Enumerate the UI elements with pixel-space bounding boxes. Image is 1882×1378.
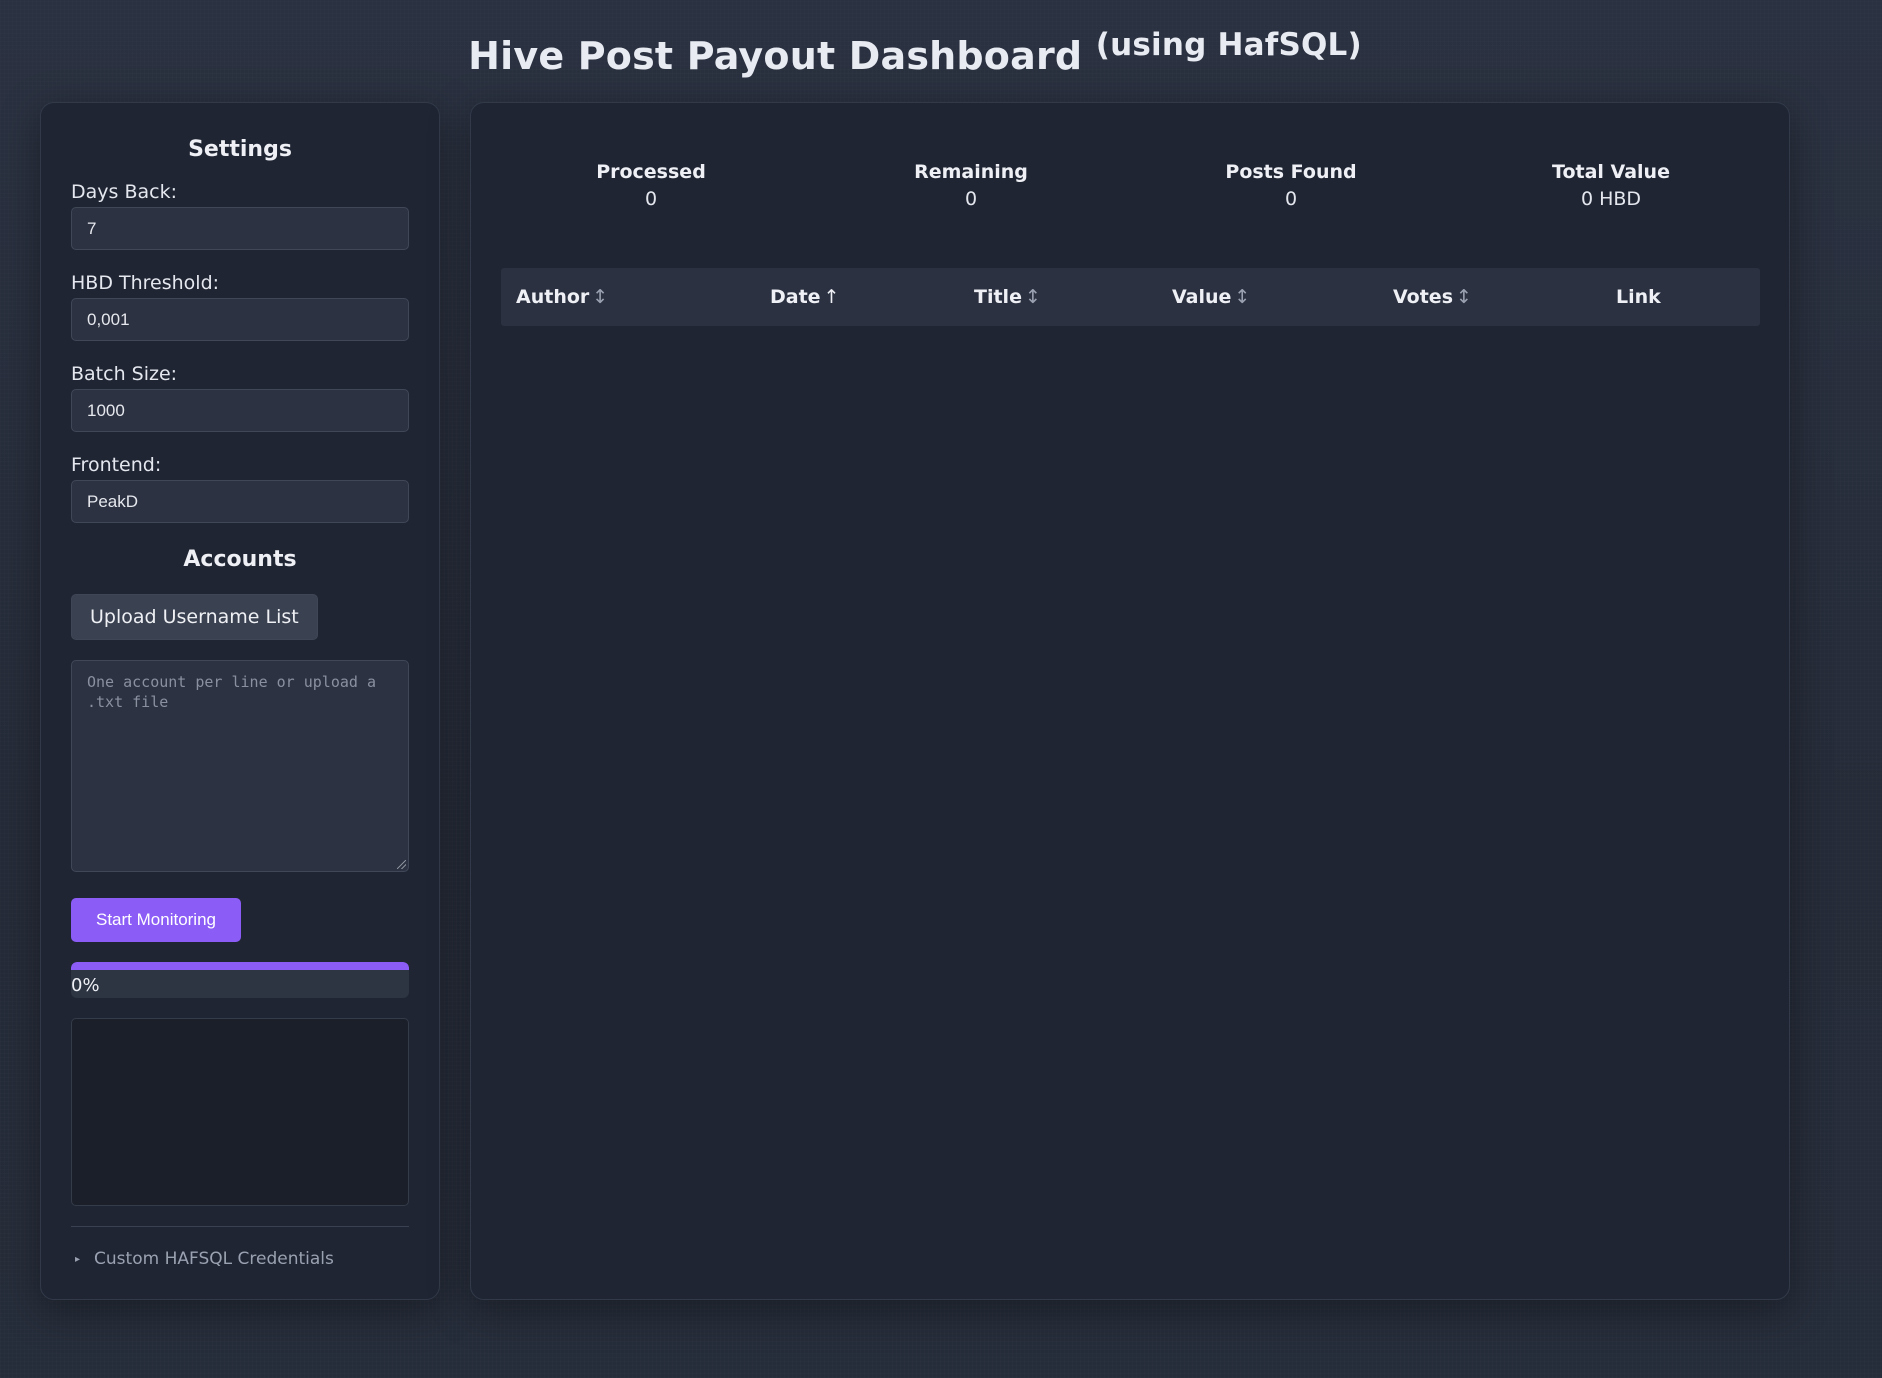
sort-ascending-icon: ↑ <box>823 286 840 308</box>
log-output <box>71 1018 409 1206</box>
frontend-label: Frontend: <box>71 454 162 476</box>
stat-total-value: Total Value 0 HBD <box>1511 161 1711 210</box>
custom-credentials-toggle[interactable]: ▸ Custom HAFSQL Credentials <box>71 1249 409 1269</box>
column-header-author[interactable]: Author ↕ <box>516 268 608 326</box>
custom-credentials-label: Custom HAFSQL Credentials <box>94 1249 334 1269</box>
hbd-threshold-input[interactable]: 0,001 <box>71 298 409 341</box>
column-label: Value <box>1172 286 1232 308</box>
settings-heading: Settings <box>188 137 292 162</box>
resize-grip-icon[interactable] <box>397 860 406 869</box>
stat-value: 0 HBD <box>1580 188 1642 210</box>
settings-panel: Settings Days Back: 7 HBD Threshold: 0,0… <box>40 102 440 1300</box>
sort-both-icon: ↕ <box>1456 286 1472 308</box>
column-header-votes[interactable]: Votes ↕ <box>1393 268 1472 326</box>
progress-bar: 0% <box>71 962 409 998</box>
page-title-text: Hive Post Payout Dashboard <box>468 34 1083 78</box>
upload-username-list-button[interactable]: Upload Username List <box>71 594 318 640</box>
column-header-link: Link <box>1616 268 1661 326</box>
sort-both-icon: ↕ <box>1234 286 1251 308</box>
days-back-group: Days Back: 7 <box>71 181 409 250</box>
sort-both-icon: ↕ <box>1024 286 1041 308</box>
sort-both-icon: ↕ <box>592 286 609 308</box>
stat-value: 0 <box>644 188 658 210</box>
stats-row: Processed 0 Remaining 0 Posts Found 0 To… <box>501 161 1761 221</box>
results-table-header: Author ↕ Date ↑ Title ↕ Value ↕ Votes ↕ Link <box>501 268 1760 326</box>
progress-bar-fill <box>71 962 409 970</box>
page-title: Hive Post Payout Dashboard (using HafSQL… <box>0 27 1830 78</box>
start-monitoring-button[interactable]: Start Monitoring <box>71 898 241 942</box>
column-header-value[interactable]: Value ↕ <box>1172 268 1250 326</box>
stat-value: 0 <box>964 188 978 210</box>
frontend-select[interactable]: PeakD <box>71 480 409 523</box>
stat-processed: Processed 0 <box>551 161 751 210</box>
column-label: Votes <box>1393 286 1453 308</box>
stat-value: 0 <box>1284 188 1298 210</box>
stat-label: Posts Found <box>1225 161 1357 183</box>
stat-label: Total Value <box>1552 161 1670 183</box>
stat-posts-found: Posts Found 0 <box>1191 161 1391 210</box>
divider <box>71 1226 409 1227</box>
batch-size-label: Batch Size: <box>71 363 178 385</box>
batch-size-input[interactable]: 1000 <box>71 389 409 432</box>
column-header-title[interactable]: Title ↕ <box>974 268 1041 326</box>
progress-percent: 0% <box>71 975 100 996</box>
stat-remaining: Remaining 0 <box>871 161 1071 210</box>
page-subtitle: (using HafSQL) <box>1095 27 1362 63</box>
days-back-input[interactable]: 7 <box>71 207 409 250</box>
column-label: Title <box>974 286 1022 308</box>
batch-size-group: Batch Size: 1000 <box>71 363 409 432</box>
hbd-threshold-group: HBD Threshold: 0,001 <box>71 272 409 341</box>
frontend-group: Frontend: PeakD <box>71 454 409 523</box>
accounts-heading: Accounts <box>183 547 297 572</box>
column-label: Date <box>770 286 821 308</box>
hbd-threshold-label: HBD Threshold: <box>71 272 220 294</box>
accounts-placeholder: One account per line or upload a .txt fi… <box>87 673 376 711</box>
column-label: Link <box>1616 286 1661 308</box>
column-label: Author <box>516 286 590 308</box>
stat-label: Processed <box>596 161 706 183</box>
accounts-textarea[interactable]: One account per line or upload a .txt fi… <box>71 660 409 872</box>
column-header-date[interactable]: Date ↑ <box>770 268 839 326</box>
stat-label: Remaining <box>914 161 1028 183</box>
results-panel: Processed 0 Remaining 0 Posts Found 0 To… <box>470 102 1790 1300</box>
triangle-right-icon: ▸ <box>75 1253 81 1265</box>
days-back-label: Days Back: <box>71 181 177 203</box>
